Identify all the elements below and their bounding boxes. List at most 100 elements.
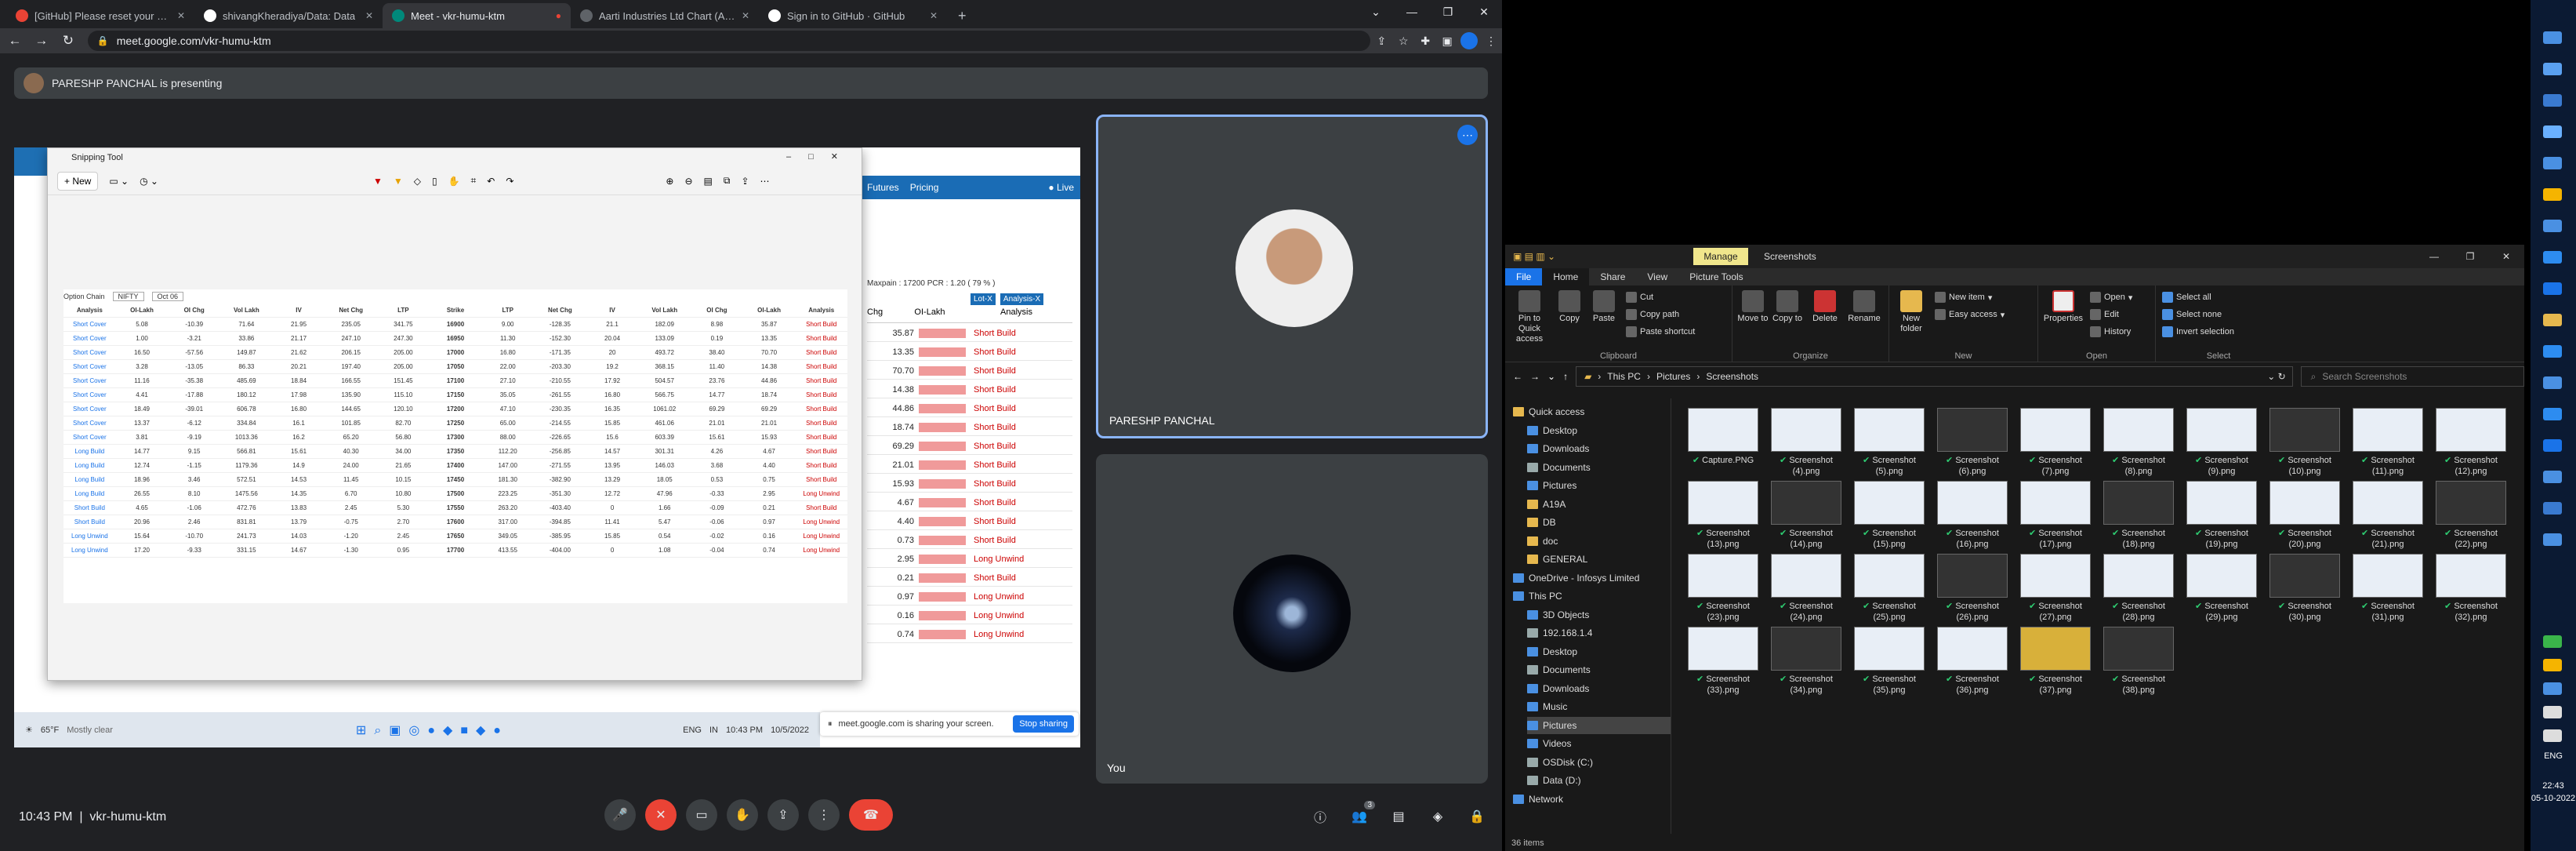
explorer-search[interactable]: ⌕ Search Screenshots [2300,366,2524,387]
touch-write-icon[interactable]: ✋ [448,176,460,187]
file-item[interactable]: ✔ Screenshot (15).png [1852,478,1927,556]
tab-github-data[interactable]: shivangKheradiya/Data: Data ✕ [194,3,383,28]
address-bar[interactable]: 🔒 meet.google.com/vkr-humu-ktm [87,31,1371,51]
close-icon[interactable]: ✕ [2488,245,2524,268]
nav-item[interactable]: OSDisk (C:) [1527,754,1593,771]
file-item[interactable]: ✔ Screenshot (18).png [2101,478,2176,556]
close-icon[interactable]: ✕ [1466,0,1502,24]
snip-new-button[interactable]: + New [57,171,99,191]
refresh-icon[interactable]: ⌄ ↻ [2267,371,2285,382]
invert-selection-button[interactable]: Invert selection [2162,326,2234,337]
nav-item[interactable]: OneDrive - Infosys Limited [1513,569,1639,587]
raise-hand-button[interactable]: ✋ [727,799,758,831]
file-item[interactable]: ✔ Screenshot (38).png [2101,624,2176,702]
tray-app-icon[interactable] [2543,94,2562,107]
camera-off-button[interactable]: ✕ [645,799,677,831]
nav-item[interactable]: Downloads [1527,440,1589,457]
file-item[interactable]: ✔ Screenshot (34).png [1769,624,1844,702]
minimize-icon[interactable]: — [1394,0,1430,24]
tray-app-icon[interactable] [2543,282,2562,295]
select-all-button[interactable]: Select all [2162,292,2211,303]
meeting-info-icon[interactable]: ⓘ [1309,806,1331,827]
more-options-icon[interactable]: ⋯ [1457,125,1478,145]
file-item[interactable]: ✔ Screenshot (36).png [1935,624,2010,702]
zoom-in-icon[interactable]: ⊕ [666,176,673,187]
file-item[interactable]: ✔ Screenshot (30).png [2267,551,2342,629]
file-item[interactable]: ✔ Screenshot (19).png [2184,478,2259,556]
nav-item[interactable]: Desktop [1527,422,1577,439]
file-item[interactable]: ✔ Screenshot (33).png [1685,624,1761,702]
nav-item[interactable]: Music [1527,698,1567,715]
tab-meet[interactable]: Meet - vkr-humu-ktm ● [383,3,571,28]
highlighter-icon[interactable]: ▼ [394,176,403,187]
copy-path-button[interactable]: Copy path [1626,309,1679,320]
undo-icon[interactable]: ↶ [487,176,495,187]
stop-sharing-button[interactable]: Stop sharing [1013,715,1074,733]
properties-button[interactable]: Properties [2043,290,2084,324]
history-button[interactable]: History [2090,326,2131,337]
file-item[interactable]: ✔ Screenshot (13).png [1685,478,1761,556]
maximize-icon[interactable]: ❐ [1430,0,1466,24]
close-icon[interactable]: ✕ [742,10,749,21]
file-item[interactable]: ✔ Screenshot (28).png [2101,551,2176,629]
file-item[interactable]: ✔ Screenshot (7).png [2018,405,2093,483]
tray-app-icon[interactable] [2543,659,2562,671]
pin-quick-access-button[interactable]: Pin to Quick access [1510,290,1549,344]
tray-app-icon[interactable] [2543,220,2562,232]
language-indicator[interactable]: ENG [2531,751,2576,761]
close-icon[interactable]: ● [556,10,561,21]
kebab-menu-icon[interactable]: ⋮ [1480,30,1502,52]
host-controls-icon[interactable]: 🔒 [1466,806,1488,827]
forward-icon[interactable]: → [1530,371,1540,382]
paste-shortcut-button[interactable]: Paste shortcut [1626,326,1695,337]
crop-icon[interactable]: ⌗ [471,175,477,187]
file-item[interactable]: ✔ Screenshot (8).png [2101,405,2176,483]
nav-pricing[interactable]: Pricing [910,182,939,193]
file-item[interactable]: ✔ Screenshot (12).png [2433,405,2509,483]
rename-button[interactable]: Rename [1847,290,1881,324]
snip-mode-icon[interactable]: ▭ ⌄ [109,176,129,187]
extensions-icon[interactable]: ✚ [1414,30,1436,52]
activities-icon[interactable]: ◈ [1427,806,1449,827]
nav-item[interactable]: Network [1513,791,1563,808]
tray-app-icon[interactable] [2543,157,2562,169]
nav-item[interactable]: This PC [1513,587,1562,605]
file-item[interactable]: ✔ Screenshot (22).png [2433,478,2509,556]
bookmark-star-icon[interactable]: ☆ [1392,30,1414,52]
ribbon-tab-view[interactable]: View [1636,268,1678,285]
people-icon[interactable]: 👥 3 [1348,801,1375,827]
analysis-button[interactable]: Analysis-X [1000,293,1044,305]
save-icon[interactable]: ▤ [704,176,713,187]
back-icon[interactable]: ← [3,29,27,53]
file-item[interactable]: ✔ Screenshot (31).png [2350,551,2425,629]
close-icon[interactable]: ✕ [365,10,373,21]
end-call-button[interactable]: ☎ [849,799,893,831]
tray-app-icon[interactable] [2543,314,2562,326]
file-item[interactable]: ✔ Screenshot (14).png [1769,478,1844,556]
ribbon-tab-home[interactable]: Home [1542,268,1590,285]
sidebar-icon[interactable]: ▣ [1436,30,1458,52]
maximize-icon[interactable]: ❐ [2452,245,2488,268]
tray-app-icon[interactable] [2543,31,2562,44]
wifi-icon[interactable] [2543,706,2562,718]
file-item[interactable]: ✔ Screenshot (10).png [2267,405,2342,483]
share-icon[interactable]: ⇪ [1370,30,1392,52]
nav-item[interactable]: 192.168.1.4 [1527,624,1592,642]
lot-button[interactable]: Lot-X [971,293,996,305]
profile-avatar[interactable] [1458,30,1480,52]
more-icon[interactable]: ⋯ [760,176,770,187]
tray-app-icon[interactable] [2543,533,2562,546]
pen-icon[interactable]: ▼ [373,176,383,187]
nav-item[interactable]: Pictures [1527,477,1576,494]
paste-button[interactable]: Paste [1587,290,1621,324]
file-item[interactable]: ✔ Screenshot (23).png [1685,551,1761,629]
ruler-icon[interactable]: ▯ [432,176,437,187]
close-icon[interactable]: ✕ [177,10,185,21]
chevron-down-icon[interactable]: ⌄ [1358,0,1394,24]
move-to-button[interactable]: Move to [1736,290,1770,324]
nav-futures[interactable]: Futures [867,182,899,193]
zoom-out-icon[interactable]: ⊖ [684,176,692,187]
snip-delay-icon[interactable]: ◷ ⌄ [140,176,158,187]
up-icon[interactable]: ↑ [1563,371,1568,382]
tab-aarti-chart[interactable]: Aarti Industries Ltd Chart (ARTI) ✕ [571,3,759,28]
